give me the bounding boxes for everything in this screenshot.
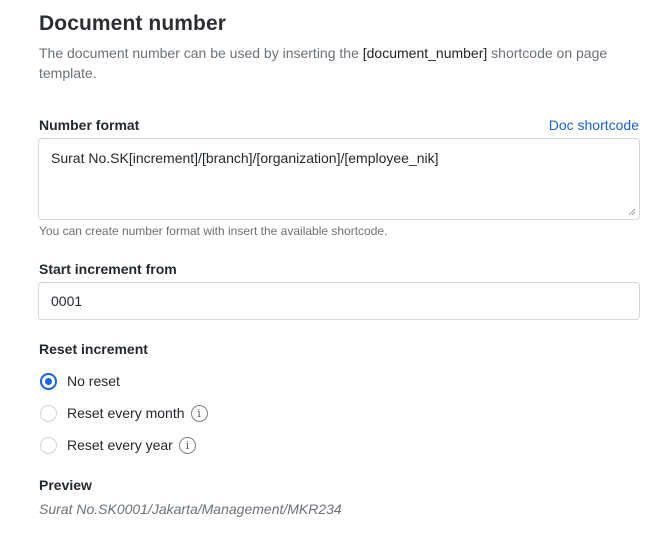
doc-shortcode-link[interactable]: Doc shortcode (549, 117, 639, 133)
description-shortcode: [document_number] (362, 45, 488, 61)
resize-handle-icon[interactable] (628, 208, 636, 216)
start-increment-input[interactable]: 0001 (38, 282, 640, 320)
radio-reset-every-month[interactable]: Reset every month i (40, 403, 208, 423)
number-format-value: Surat No.SK[increment]/[branch]/[organiz… (51, 150, 439, 166)
number-format-help: You can create number format with insert… (39, 224, 388, 238)
radio-button[interactable] (40, 436, 57, 454)
reset-increment-label: Reset increment (39, 341, 148, 357)
start-increment-label: Start increment from (39, 261, 177, 277)
radio-label-no-reset: No reset (67, 373, 120, 389)
radio-label-reset-every-year: Reset every year (67, 437, 173, 453)
preview-value: Surat No.SK0001/Jakarta/Management/MKR23… (39, 501, 342, 517)
info-icon[interactable]: i (178, 436, 196, 454)
page-title: Document number (39, 12, 227, 35)
number-format-label: Number format (39, 117, 140, 133)
number-format-textarea[interactable]: Surat No.SK[increment]/[branch]/[organiz… (38, 138, 640, 220)
radio-button-checked[interactable] (40, 372, 57, 390)
description-prefix: The document number can be used by inser… (39, 45, 363, 61)
radio-no-reset[interactable]: No reset (40, 371, 120, 391)
page-description: The document number can be used by inser… (39, 43, 639, 83)
radio-label-reset-every-month: Reset every month (67, 405, 185, 421)
preview-label: Preview (39, 477, 92, 493)
info-icon[interactable]: i (190, 404, 208, 422)
radio-reset-every-year[interactable]: Reset every year i (40, 435, 196, 455)
radio-button[interactable] (40, 404, 57, 422)
